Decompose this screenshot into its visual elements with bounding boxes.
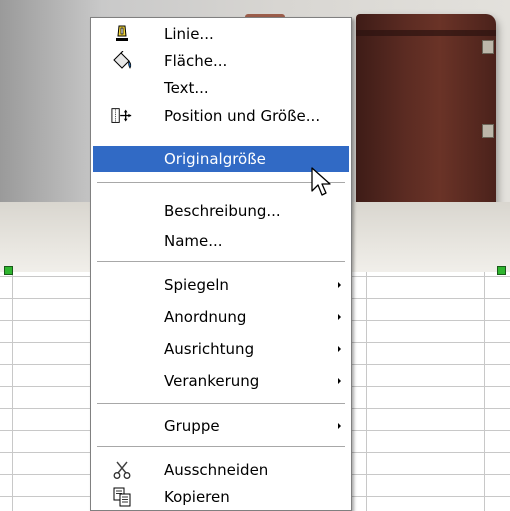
line-pen-icon	[111, 24, 133, 44]
menu-item-label: Linie...	[164, 25, 214, 43]
selection-handle[interactable]	[4, 266, 13, 275]
fill-bucket-icon	[111, 51, 133, 71]
menu-item-label: Name...	[164, 232, 223, 250]
menu-item-label: Ausschneiden	[164, 461, 269, 479]
menu-item-label: Gruppe	[164, 417, 220, 435]
menu-item-cut[interactable]: Ausschneiden	[93, 457, 349, 483]
latch	[482, 124, 494, 138]
menu-item-anchor[interactable]: Verankerung	[93, 368, 349, 394]
menu-item-label: Originalgröße	[164, 150, 266, 168]
latch	[482, 40, 494, 54]
menu-item-description[interactable]: Beschreibung...	[93, 198, 349, 224]
selection-handle[interactable]	[497, 266, 506, 275]
menu-item-position-size[interactable]: Position und Größe...	[93, 103, 349, 129]
menu-item-label: Ausrichtung	[164, 340, 255, 358]
menu-item-label: Fläche...	[164, 52, 228, 70]
menu-item-arrange[interactable]: Anordnung	[93, 304, 349, 330]
menu-item-group[interactable]: Gruppe	[93, 413, 349, 439]
menu-item-label: Spiegeln	[164, 276, 229, 294]
submenu-arrow-icon	[338, 314, 341, 320]
submenu-arrow-icon	[338, 282, 341, 288]
menu-separator	[97, 446, 345, 448]
menu-separator	[97, 403, 345, 405]
menu-item-label: Text...	[164, 79, 209, 97]
menu-item-label: Beschreibung...	[164, 202, 281, 220]
menu-item-label: Verankerung	[164, 372, 260, 390]
menu-separator	[97, 182, 345, 184]
mouse-cursor-icon	[311, 167, 331, 196]
menu-item-copy[interactable]: Kopieren	[93, 484, 349, 510]
menu-item-label: Kopieren	[164, 488, 230, 506]
position-size-icon	[111, 106, 133, 126]
menu-item-mirror[interactable]: Spiegeln	[93, 272, 349, 298]
menu-item-text[interactable]: Text...	[93, 75, 349, 101]
menu-item-alignment[interactable]: Ausrichtung	[93, 336, 349, 362]
menu-item-area[interactable]: Fläche...	[93, 48, 349, 74]
submenu-arrow-icon	[338, 423, 341, 429]
copy-icon	[111, 487, 133, 507]
submenu-arrow-icon	[338, 378, 341, 384]
context-menu: Linie... Fläche... Text... Position und …	[90, 17, 352, 511]
menu-item-label: Position und Größe...	[164, 107, 321, 125]
submenu-arrow-icon	[338, 346, 341, 352]
menu-separator	[97, 261, 345, 263]
scissors-icon	[111, 460, 133, 480]
menu-item-label: Anordnung	[164, 308, 247, 326]
menu-item-line[interactable]: Linie...	[93, 21, 349, 47]
menu-item-name[interactable]: Name...	[93, 228, 349, 254]
